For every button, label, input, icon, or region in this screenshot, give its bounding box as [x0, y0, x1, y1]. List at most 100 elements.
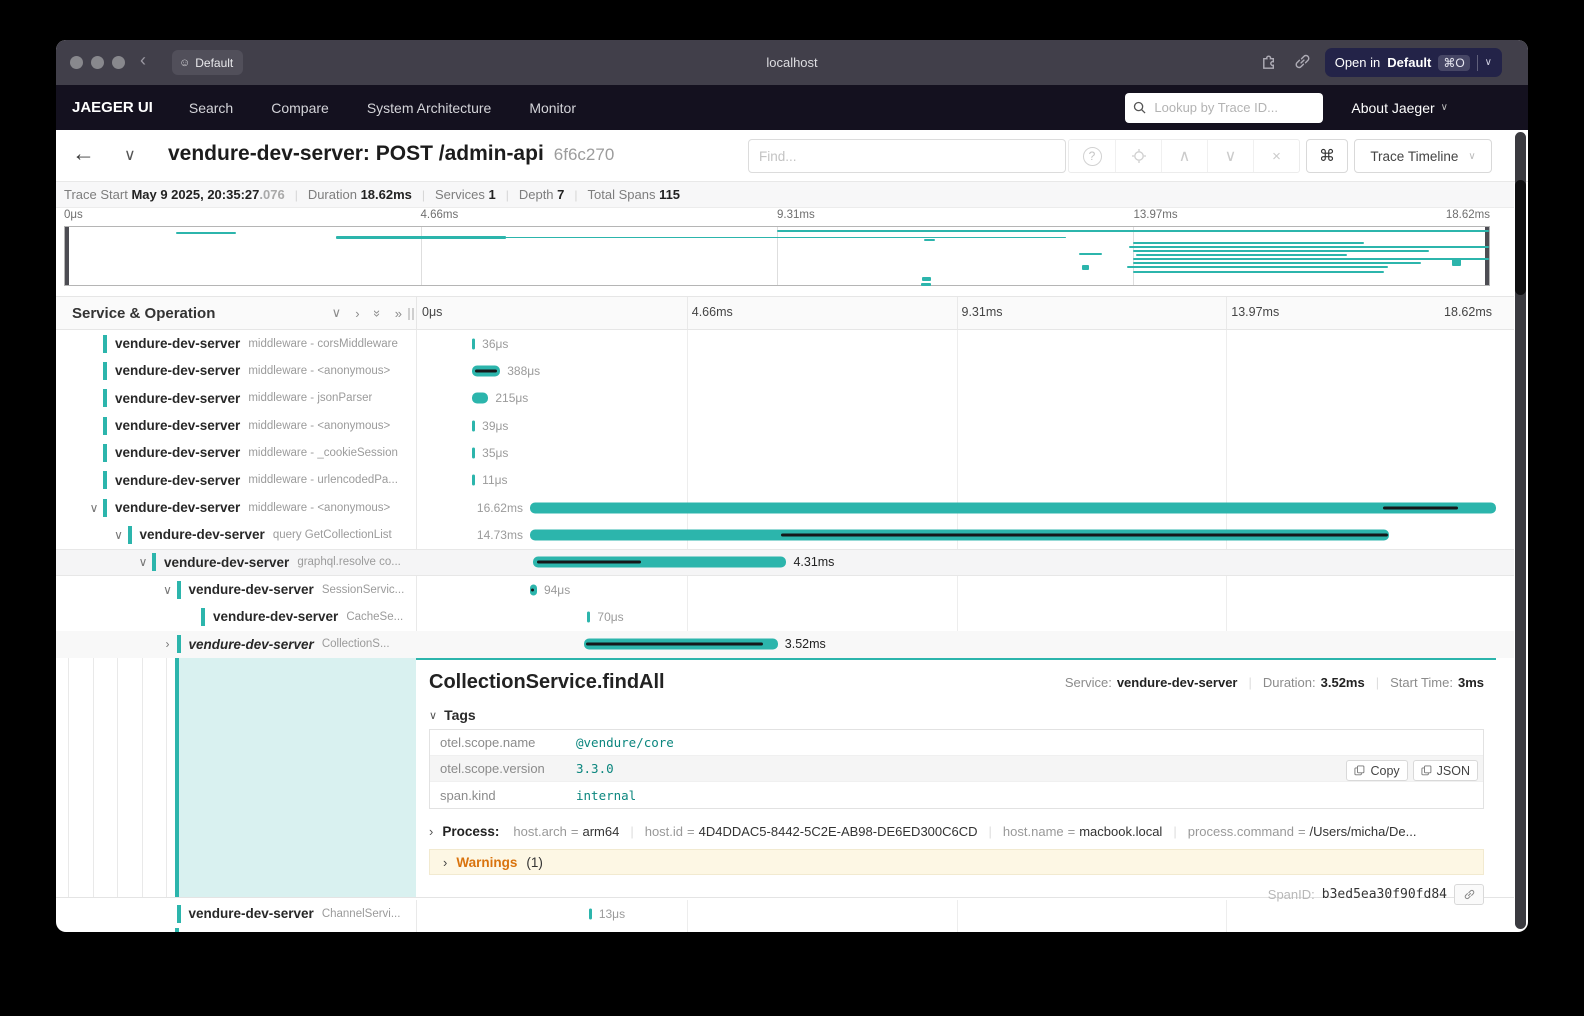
span-row[interactable]: vendure-dev-servermiddleware - _cookieSe…: [56, 439, 1514, 466]
span-row[interactable]: vendure-dev-serverCacheSe...70μs: [56, 603, 1514, 630]
span-row-left[interactable]: ∨vendure-dev-servermiddleware - <anonymo…: [64, 494, 416, 521]
span-row[interactable]: ∨vendure-dev-serverSessionServic...94μs: [56, 576, 1514, 603]
trace-minimap[interactable]: [64, 226, 1490, 286]
nav-item[interactable]: Compare: [271, 100, 329, 116]
span-row[interactable]: ∨vendure-dev-serverquery GetCollectionLi…: [56, 521, 1514, 548]
span-row-timeline[interactable]: 4.31ms: [416, 550, 1496, 575]
warnings-accordion[interactable]: › Warnings (1): [429, 849, 1484, 875]
process-separator: |: [630, 824, 633, 839]
scrollbar-thumb[interactable]: [1515, 180, 1526, 295]
focus-span-button[interactable]: [1115, 140, 1161, 172]
span-row[interactable]: vendure-dev-servermiddleware - <anonymou…: [56, 357, 1514, 384]
collapse-all-icon[interactable]: »: [370, 309, 385, 316]
clear-find-button[interactable]: ×: [1253, 140, 1299, 172]
tick-label: 13.97ms: [1134, 209, 1178, 221]
span-row-left[interactable]: vendure-dev-servermiddleware - urlencode…: [64, 467, 416, 494]
collapse-header-icon[interactable]: ∨: [124, 145, 136, 165]
span-row-timeline[interactable]: 39μs: [416, 412, 1496, 439]
trace-id-lookup[interactable]: [1125, 93, 1323, 123]
browser-tab[interactable]: ☺ Default: [172, 50, 243, 75]
keyboard-shortcuts-button[interactable]: ⌘: [1306, 139, 1348, 173]
span-row-left[interactable]: vendure-dev-serverCacheSe...: [64, 603, 416, 630]
chevron-right-icon[interactable]: ›: [159, 637, 177, 651]
span-row[interactable]: ∨vendure-dev-servermiddleware - <anonymo…: [56, 494, 1514, 521]
json-button[interactable]: JSON: [1413, 760, 1478, 781]
span-row[interactable]: ›vendure-dev-serverCollectionS...3.52ms: [56, 631, 1514, 658]
chevron-down-icon[interactable]: ∨: [1485, 57, 1492, 68]
child-span-indicator: [531, 588, 535, 591]
collapse-one-icon[interactable]: ∨: [332, 305, 342, 321]
stat-separator: |: [295, 188, 298, 202]
tags-accordion[interactable]: ∨ Tags: [429, 704, 1484, 726]
span-row-left[interactable]: vendure-dev-servermiddleware - corsMiddl…: [64, 330, 416, 357]
copy-button[interactable]: Copy: [1346, 760, 1407, 781]
next-result-button[interactable]: ∨: [1207, 140, 1253, 172]
share-link-icon[interactable]: [1293, 52, 1312, 71]
nav-item[interactable]: Search: [189, 100, 233, 116]
chevron-down-icon[interactable]: ∨: [110, 528, 128, 542]
span-row-timeline[interactable]: 3.52ms: [416, 631, 1496, 658]
span-row-left[interactable]: ›vendure-dev-serverCollectionS...: [64, 631, 416, 658]
span-row-timeline[interactable]: 35μs: [416, 439, 1496, 466]
nav-item[interactable]: System Architecture: [367, 100, 492, 116]
span-row-timeline[interactable]: 215μs: [416, 385, 1496, 412]
span-row-left[interactable]: vendure-dev-servermiddleware - _cookieSe…: [64, 439, 416, 466]
span-row-timeline[interactable]: 70μs: [416, 603, 1496, 630]
span-color-bar: [152, 553, 156, 571]
span-row-timeline[interactable]: 94μs: [416, 576, 1496, 603]
trace-view-selector[interactable]: Trace Timeline ∨: [1354, 139, 1492, 173]
stat-value: 18.62ms: [361, 187, 412, 202]
minimap-left-handle[interactable]: [65, 227, 69, 285]
span-row[interactable]: ∨vendure-dev-servergraphql.resolve co...…: [56, 549, 1514, 576]
span-color-bar: [177, 581, 181, 599]
span-row-timeline[interactable]: 16.62ms: [416, 494, 1496, 521]
column-resize-handle[interactable]: [408, 308, 414, 320]
extensions-icon[interactable]: [1260, 52, 1279, 71]
jaeger-logo[interactable]: JAEGER UI: [72, 99, 153, 116]
span-operation-name: SessionServic...: [322, 584, 404, 596]
span-row-timeline[interactable]: 13μs: [416, 900, 1496, 927]
nav-item[interactable]: Monitor: [529, 100, 576, 116]
process-value: /Users/micha/De...: [1310, 824, 1417, 839]
back-arrow-button[interactable]: ←: [72, 140, 95, 167]
about-jaeger-menu[interactable]: About Jaeger ∨: [1351, 100, 1448, 116]
prev-result-button[interactable]: ∧: [1161, 140, 1207, 172]
span-row-left[interactable]: vendure-dev-serverChannelServi...: [64, 900, 416, 927]
tag-row[interactable]: span.kindinternal: [430, 782, 1483, 808]
span-row-left[interactable]: vendure-dev-servermiddleware - <anonymou…: [64, 412, 416, 439]
span-row-timeline[interactable]: 11μs: [416, 467, 1496, 494]
stat-label: Total Spans: [588, 187, 660, 202]
expand-all-icon[interactable]: »: [395, 306, 402, 321]
minimap-right-handle[interactable]: [1485, 227, 1489, 285]
tag-row[interactable]: otel.scope.version3.3.0: [430, 756, 1483, 782]
span-row-left[interactable]: ∨vendure-dev-serverquery GetCollectionLi…: [64, 521, 416, 548]
span-row-left[interactable]: vendure-dev-servermiddleware - <anonymou…: [64, 357, 416, 384]
chevron-down-icon[interactable]: ∨: [85, 501, 103, 515]
expand-one-icon[interactable]: ›: [355, 306, 359, 321]
process-accordion[interactable]: › Process: host.arch=arm64|host.id=4D4DD…: [429, 820, 1484, 842]
lookup-input[interactable]: [1152, 99, 1315, 116]
span-row[interactable]: vendure-dev-servermiddleware - <anonymou…: [56, 412, 1514, 439]
span-row[interactable]: vendure-dev-servermiddleware - urlencode…: [56, 467, 1514, 494]
span-row-timeline[interactable]: 36μs: [416, 330, 1496, 357]
span-row-left[interactable]: ∨vendure-dev-serverSessionServic...: [64, 576, 416, 603]
chevron-right-icon: ›: [429, 824, 433, 839]
tag-row[interactable]: otel.scope.name@vendure/core: [430, 730, 1483, 756]
span-row[interactable]: vendure-dev-serverChannelServi...13μs: [56, 900, 1514, 927]
find-help-button[interactable]: ?: [1069, 140, 1115, 172]
span-row[interactable]: vendure-dev-servermiddleware - corsMiddl…: [56, 330, 1514, 357]
find-input[interactable]: [748, 139, 1066, 173]
minimap-span-line: [1133, 242, 1364, 244]
stat-item: Depth 7: [519, 187, 565, 202]
span-row-timeline[interactable]: 14.73ms: [416, 521, 1496, 548]
span-row-left[interactable]: ∨vendure-dev-servergraphql.resolve co...: [64, 550, 416, 575]
span-row-left[interactable]: vendure-dev-servermiddleware - jsonParse…: [64, 385, 416, 412]
child-span-indicator: [537, 561, 641, 564]
meta-separator: |: [1376, 675, 1379, 690]
span-row-timeline[interactable]: 388μs: [416, 357, 1496, 384]
open-in-default-button[interactable]: Open in Default ⌘O ∨: [1325, 48, 1502, 77]
minimap-span-line: [1129, 246, 1489, 248]
span-row[interactable]: vendure-dev-servermiddleware - jsonParse…: [56, 385, 1514, 412]
chevron-down-icon[interactable]: ∨: [159, 583, 177, 597]
chevron-down-icon[interactable]: ∨: [134, 555, 152, 569]
